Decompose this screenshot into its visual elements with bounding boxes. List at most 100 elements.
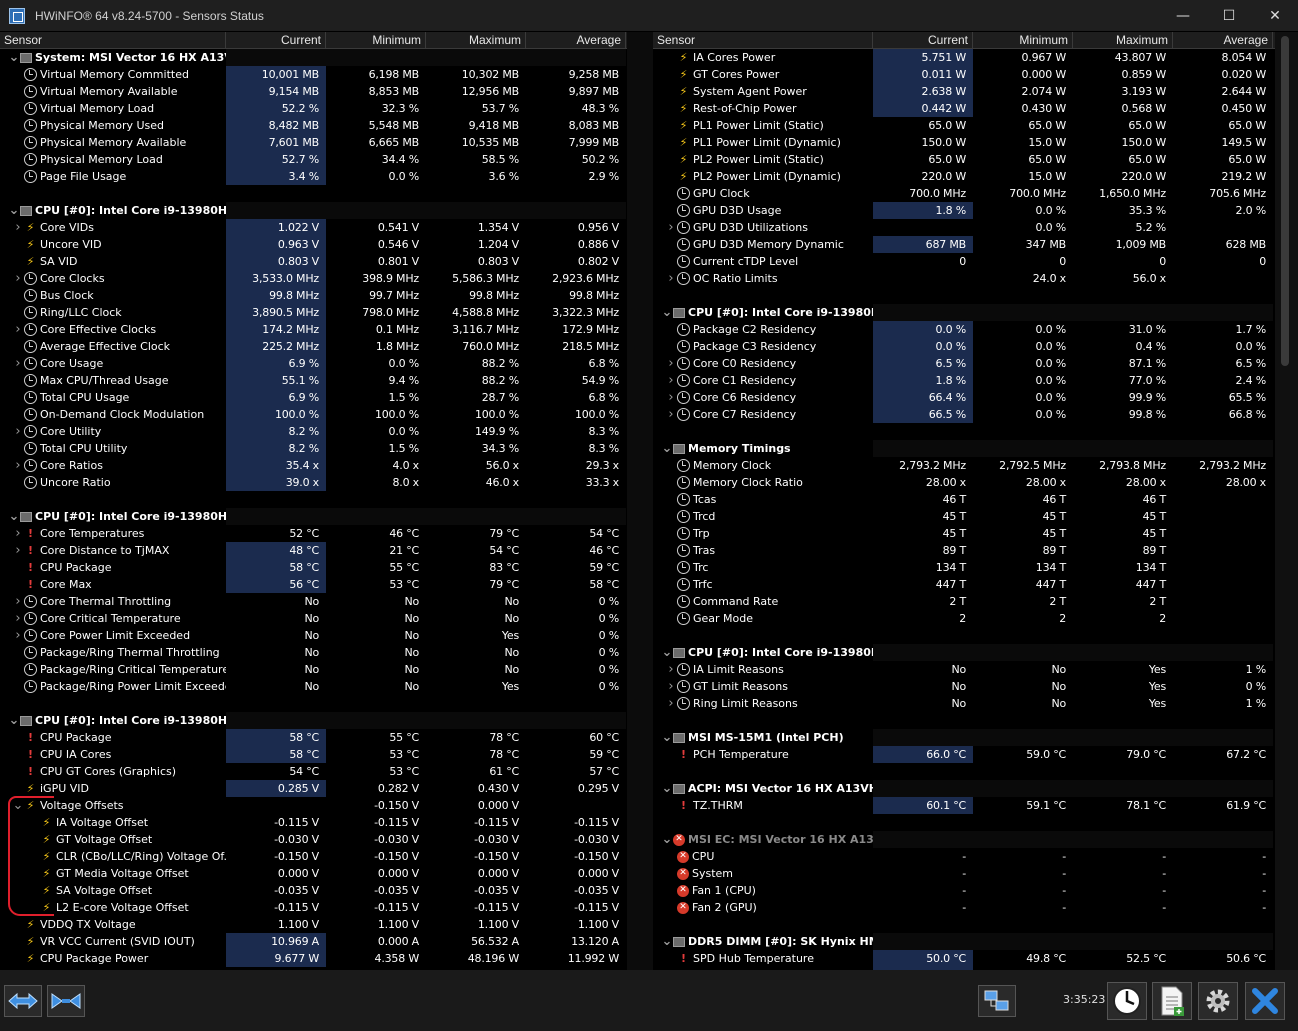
chevron-down-icon[interactable]: ⌄	[8, 510, 20, 523]
chevron-right-icon[interactable]: ›	[12, 321, 24, 338]
sensor-row[interactable]: › GPU D3D Utilizations 0.0 % 5.2 %	[653, 219, 1275, 236]
sensor-row[interactable]: › Core C7 Residency 66.5 % 0.0 % 99.8 % 66.8 …	[653, 406, 1275, 423]
column-average[interactable]: Average	[526, 32, 626, 48]
sensor-row[interactable]: › ⚡ Core VIDs 1.022 V 0.541 V 1.354 V 0.956 V	[0, 219, 627, 236]
sensor-row[interactable]: Virtual Memory Committed 10,001 MB 6,198 M…	[0, 66, 627, 83]
sensor-row[interactable]: Virtual Memory Load 52.2 % 32.3 % 53.7 % 48.…	[0, 100, 627, 117]
collapse-button[interactable]	[47, 985, 85, 1017]
sensor-group-row[interactable]: ⌄ MSI MS-15M1 (Intel PCH)	[653, 729, 1275, 746]
sensor-row[interactable]: Max CPU/Thread Usage 55.1 % 9.4 % 88.2 % 54.…	[0, 372, 627, 389]
chevron-down-icon[interactable]: ⌄	[12, 799, 24, 812]
sensor-row[interactable]: ⚡ SA Voltage Offset -0.035 V -0.035 V -0.035…	[0, 882, 627, 899]
chevron-right-icon[interactable]: ›	[12, 593, 24, 610]
sensor-row[interactable]: ⚡ CPU Package Power 9.677 W 4.358 W 48.196 W…	[0, 950, 627, 967]
clock-reset-button[interactable]	[1107, 982, 1147, 1020]
sensor-row[interactable]: ! TZ.THRM 60.1 °C 59.1 °C 78.1 °C 61.9 °C	[653, 797, 1275, 814]
sensor-row[interactable]: ⚡ PL1 Power Limit (Static) 65.0 W 65.0 W 65.…	[653, 117, 1275, 134]
sensor-row[interactable]: Tcas 46 T 46 T 46 T	[653, 491, 1275, 508]
column-sensor[interactable]: Sensor	[653, 32, 873, 48]
sensor-row[interactable]: › Core Effective Clocks 174.2 MHz 0.1 MHz 3,…	[0, 321, 627, 338]
sensor-row[interactable]: › Core Thermal Throttling No No No 0 %	[0, 593, 627, 610]
sensor-group-row[interactable]: ⌄ CPU [#0]: Intel Core i9-13980HX: Enhanc…	[0, 712, 627, 729]
sensor-row[interactable]: Memory Clock 2,793.2 MHz 2,792.5 MHz 2,793.…	[653, 457, 1275, 474]
column-maximum[interactable]: Maximum	[1073, 32, 1173, 48]
sensor-row[interactable]: Virtual Memory Available 9,154 MB 8,853 MB…	[0, 83, 627, 100]
chevron-down-icon[interactable]: ⌄	[8, 204, 20, 217]
maximize-button[interactable]: ☐	[1206, 0, 1252, 31]
sensor-row[interactable]: ⚡ Uncore VID 0.963 V 0.546 V 1.204 V 0.886 V	[0, 236, 627, 253]
chevron-right-icon[interactable]: ›	[665, 389, 677, 406]
chevron-down-icon[interactable]: ⌄	[661, 731, 673, 744]
sensor-row[interactable]: › Core C6 Residency 66.4 % 0.0 % 99.9 % 65.5 …	[653, 389, 1275, 406]
sensor-row[interactable]: Average Effective Clock 225.2 MHz 1.8 MHz 7…	[0, 338, 627, 355]
network-button[interactable]	[978, 985, 1016, 1017]
sensor-row[interactable]: ! CPU Package 58 °C 55 °C 83 °C 59 °C	[0, 559, 627, 576]
chevron-right-icon[interactable]: ›	[12, 627, 24, 644]
sensor-group-row[interactable]: ⌄ ACPI: MSI Vector 16 HX A13VHG	[653, 780, 1275, 797]
sensor-row[interactable]: Current cTDP Level 0 0 0 0	[653, 253, 1275, 270]
sensor-row[interactable]: GPU D3D Memory Dynamic 687 MB 347 MB 1,009 …	[653, 236, 1275, 253]
column-maximum[interactable]: Maximum	[426, 32, 526, 48]
sensor-row[interactable]: GPU Clock 700.0 MHz 700.0 MHz 1,650.0 MHz 70…	[653, 185, 1275, 202]
sensor-row[interactable]: ✕ Fan 2 (GPU) - - - -	[653, 899, 1275, 916]
sensor-row[interactable]: Uncore Ratio 39.0 x 8.0 x 46.0 x 33.3 x	[0, 474, 627, 491]
sensor-row[interactable]: ⚡ L2 E-core Voltage Offset -0.115 V -0.115 …	[0, 899, 627, 916]
sensor-row[interactable]: ⚡ IA Cores Power 5.751 W 0.967 W 43.807 W 8.0…	[653, 49, 1275, 66]
sensor-row[interactable]: ! Core Max 56 °C 53 °C 79 °C 58 °C	[0, 576, 627, 593]
sensor-row[interactable]: Gear Mode 2 2 2	[653, 610, 1275, 627]
chevron-right-icon[interactable]: ›	[12, 542, 24, 559]
sensor-row[interactable]: On-Demand Clock Modulation 100.0 % 100.0 %…	[0, 406, 627, 423]
chevron-right-icon[interactable]: ›	[665, 406, 677, 423]
close-sensors-button[interactable]	[1245, 982, 1285, 1020]
sensor-row[interactable]: Bus Clock 99.8 MHz 99.7 MHz 99.8 MHz 99.8 MH…	[0, 287, 627, 304]
scrollbar-thumb[interactable]	[1281, 36, 1289, 366]
chevron-right-icon[interactable]: ›	[665, 661, 677, 678]
sensor-group-row[interactable]: ⌄ CPU [#0]: Intel Core i9-13980HX: DTS	[0, 508, 627, 525]
chevron-right-icon[interactable]: ›	[665, 355, 677, 372]
sensor-row[interactable]: ⚡ VDDQ TX Voltage 1.100 V 1.100 V 1.100 V 1.1…	[0, 916, 627, 933]
chevron-right-icon[interactable]: ›	[665, 678, 677, 695]
column-minimum[interactable]: Minimum	[326, 32, 426, 48]
chevron-down-icon[interactable]: ⌄	[661, 782, 673, 795]
sensor-row[interactable]: Tras 89 T 89 T 89 T	[653, 542, 1275, 559]
chevron-right-icon[interactable]: ›	[12, 457, 24, 474]
sensor-row[interactable]: › Core Utility 8.2 % 0.0 % 149.9 % 8.3 %	[0, 423, 627, 440]
sensor-row[interactable]: Package/Ring Thermal Throttling No No No 0 %	[0, 644, 627, 661]
sensor-row[interactable]: ⚡ Rest-of-Chip Power 0.442 W 0.430 W 0.568 W…	[653, 100, 1275, 117]
sensor-row[interactable]: › Ring Limit Reasons No No Yes 1 %	[653, 695, 1275, 712]
logging-button[interactable]	[1152, 982, 1192, 1020]
sensor-row[interactable]: ⚡ SA VID 0.803 V 0.801 V 0.803 V 0.802 V	[0, 253, 627, 270]
sensor-row[interactable]: ! CPU Package 58 °C 55 °C 78 °C 60 °C	[0, 729, 627, 746]
sensor-row[interactable]: Trc 134 T 134 T 134 T	[653, 559, 1275, 576]
sensor-row[interactable]: Trcd 45 T 45 T 45 T	[653, 508, 1275, 525]
sensor-row[interactable]: Ring/LLC Clock 3,890.5 MHz 798.0 MHz 4,588.…	[0, 304, 627, 321]
sensor-row[interactable]: Package C3 Residency 0.0 % 0.0 % 0.4 % 0.0 %	[653, 338, 1275, 355]
sensor-row[interactable]: ⚡ PL1 Power Limit (Dynamic) 150.0 W 15.0 W 1…	[653, 134, 1275, 151]
sensor-row[interactable]: Memory Clock Ratio 28.00 x 28.00 x 28.00 x 2…	[653, 474, 1275, 491]
chevron-down-icon[interactable]: ⌄	[661, 646, 673, 659]
sensor-row[interactable]: ›! Core Distance to TjMAX 48 °C 21 °C 54 °C 4…	[0, 542, 627, 559]
sensor-row[interactable]: ! CPU IA Cores 58 °C 53 °C 78 °C 59 °C	[0, 746, 627, 763]
sensor-row[interactable]: Package/Ring Critical Temperature No No No 0…	[0, 661, 627, 678]
sensor-row[interactable]: Physical Memory Available 7,601 MB 6,665 M…	[0, 134, 627, 151]
sensor-row[interactable]: Physical Memory Load 52.7 % 34.4 % 58.5 % 50…	[0, 151, 627, 168]
sensor-row[interactable]: › Core C0 Residency 6.5 % 0.0 % 87.1 % 6.5 %	[653, 355, 1275, 372]
chevron-down-icon[interactable]: ⌄	[661, 833, 673, 846]
sensor-row[interactable]: › OC Ratio Limits 24.0 x 56.0 x	[653, 270, 1275, 287]
sensor-row[interactable]: Total CPU Utility 8.2 % 1.5 % 34.3 % 8.3 %	[0, 440, 627, 457]
chevron-right-icon[interactable]: ›	[665, 270, 677, 287]
sensor-row[interactable]: ⚡ PL2 Power Limit (Static) 65.0 W 65.0 W 65.…	[653, 151, 1275, 168]
sensor-row[interactable]: Trp 45 T 45 T 45 T	[653, 525, 1275, 542]
column-current[interactable]: Current	[873, 32, 973, 48]
pane-divider[interactable]	[627, 32, 653, 970]
chevron-right-icon[interactable]: ›	[12, 525, 24, 542]
sensor-row[interactable]: › Core Usage 6.9 % 0.0 % 88.2 % 6.8 %	[0, 355, 627, 372]
sensor-row[interactable]: › Core Clocks 3,533.0 MHz 398.9 MHz 5,586.3 …	[0, 270, 627, 287]
sensor-group-row[interactable]: ⌄✕MSI EC: MSI Vector 16 HX A13VHG	[653, 831, 1275, 848]
sensor-table-right[interactable]: Sensor Current Minimum Maximum Average ⚡…	[653, 32, 1275, 970]
sensor-row[interactable]: ⚡ System Agent Power 2.638 W 2.074 W 3.193 W…	[653, 83, 1275, 100]
sensor-row[interactable]: ⚡ iGPU VID 0.285 V 0.282 V 0.430 V 0.295 V	[0, 780, 627, 797]
chevron-down-icon[interactable]: ⌄	[661, 442, 673, 455]
chevron-down-icon[interactable]: ⌄	[661, 306, 673, 319]
sensor-table-left[interactable]: Sensor Current Minimum Maximum Average ⌄…	[0, 32, 627, 970]
